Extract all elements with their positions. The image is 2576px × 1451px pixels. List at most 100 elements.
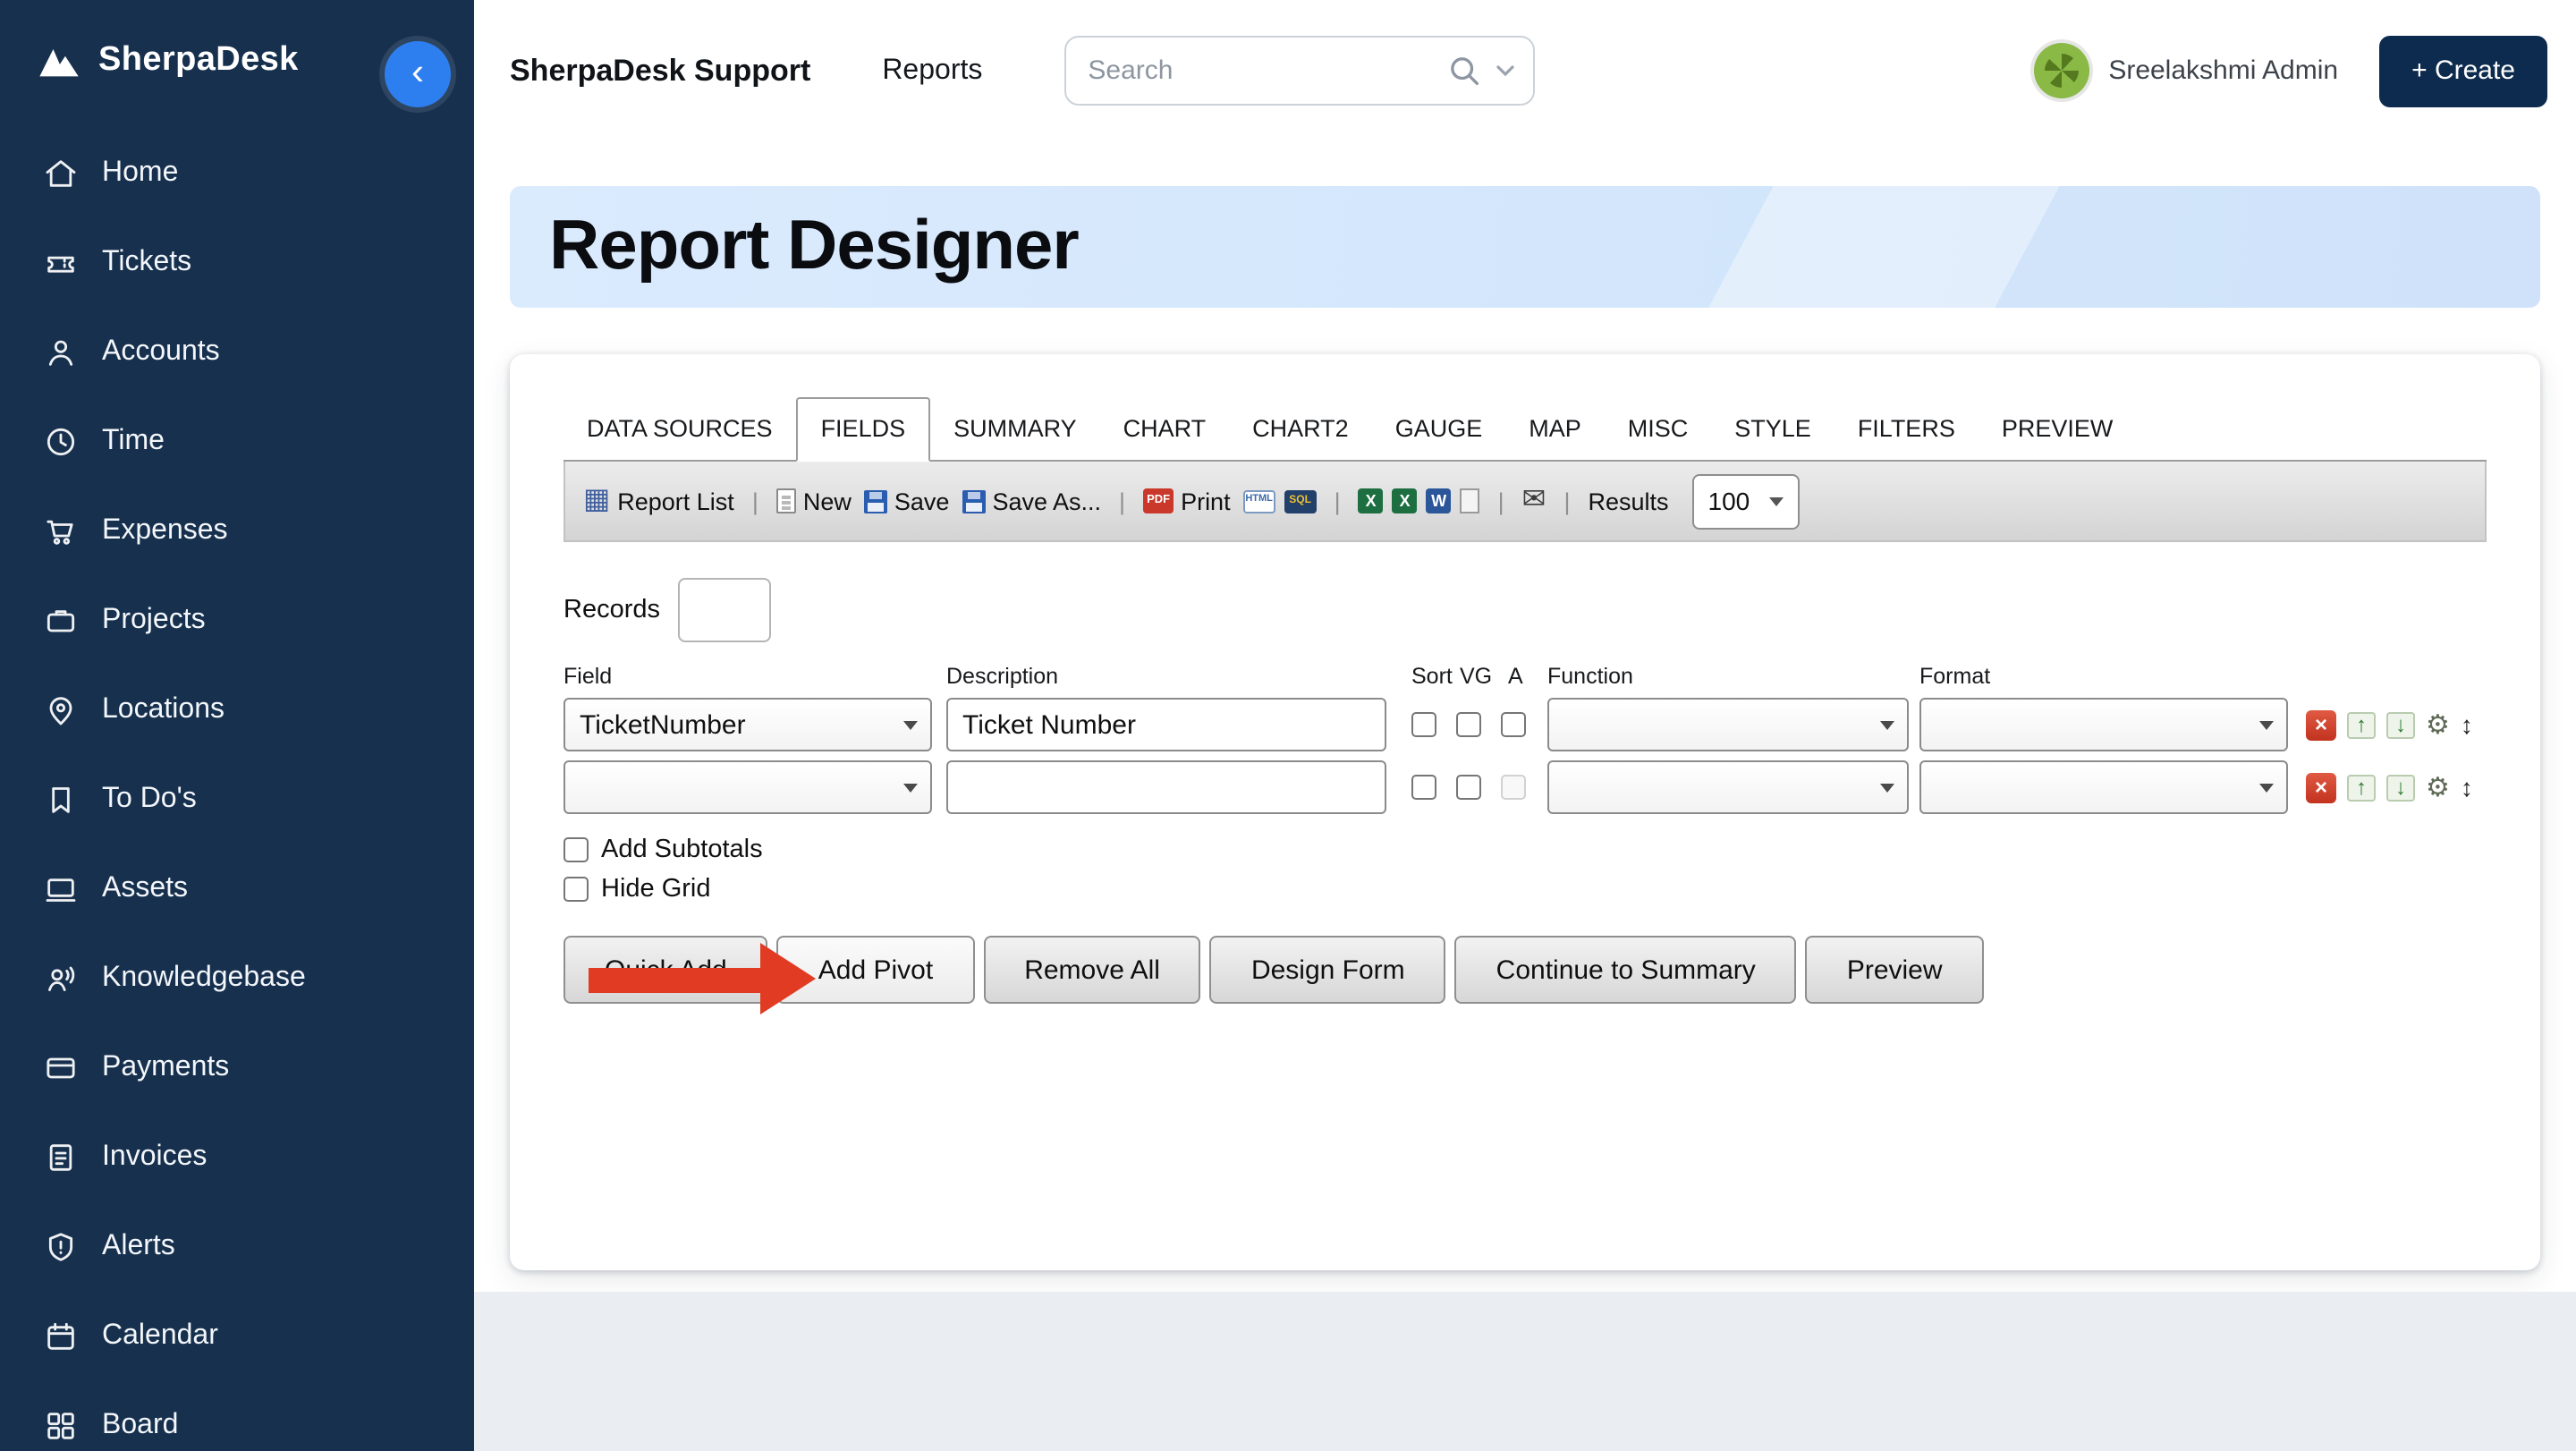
- page-bottom-background: [474, 1292, 2576, 1451]
- sidebar-item-calendar[interactable]: Calendar: [0, 1292, 474, 1381]
- add-pivot-button[interactable]: Add Pivot: [777, 936, 974, 1004]
- save-as-button[interactable]: Save As...: [962, 488, 1101, 514]
- tab-data-sources[interactable]: DATA SOURCES: [564, 399, 796, 460]
- save-button[interactable]: Save: [864, 488, 950, 514]
- toolbar-separator: |: [1498, 488, 1504, 514]
- sort-checkbox[interactable]: [1411, 775, 1436, 800]
- new-button[interactable]: New: [776, 488, 852, 514]
- row-settings-icon[interactable]: ⚙: [2426, 774, 2450, 801]
- move-row-down-icon[interactable]: ↓: [2386, 711, 2415, 738]
- html-export-icon[interactable]: HTML: [1243, 489, 1275, 513]
- tab-map[interactable]: MAP: [1505, 399, 1605, 460]
- sidebar-item-accounts[interactable]: Accounts: [0, 308, 474, 397]
- function-select[interactable]: [1547, 698, 1909, 751]
- sidebar-item-payments[interactable]: Payments: [0, 1023, 474, 1113]
- add-subtotals-option[interactable]: Add Subtotals: [564, 836, 763, 864]
- company-name[interactable]: SherpaDesk Support: [510, 53, 810, 89]
- email-report-icon[interactable]: ✉: [1522, 487, 1546, 515]
- nav-reports[interactable]: Reports: [882, 55, 982, 87]
- description-input[interactable]: [946, 760, 1386, 814]
- vg-checkbox[interactable]: [1456, 712, 1481, 737]
- results-count-select[interactable]: 100: [1692, 473, 1800, 529]
- excel-icon[interactable]: X: [1393, 488, 1418, 513]
- field-select-value: TicketNumber: [580, 709, 746, 740]
- a-checkbox[interactable]: [1501, 712, 1526, 737]
- row-reorder-icon[interactable]: ↕: [2461, 712, 2473, 737]
- toolbar-separator: |: [1119, 488, 1125, 514]
- sidebar-item-board[interactable]: Board: [0, 1381, 474, 1451]
- sidebar-item-label: Assets: [102, 873, 188, 905]
- sidebar-item-projects[interactable]: Projects: [0, 576, 474, 666]
- format-select[interactable]: [1919, 698, 2288, 751]
- description-input[interactable]: [946, 698, 1386, 751]
- tab-preview[interactable]: PREVIEW: [1979, 399, 2137, 460]
- format-select[interactable]: [1919, 760, 2288, 814]
- tab-misc[interactable]: MISC: [1605, 399, 1712, 460]
- tab-gauge[interactable]: GAUGE: [1372, 399, 1506, 460]
- tab-chart[interactable]: CHART: [1100, 399, 1230, 460]
- sidebar-item-alerts[interactable]: Alerts: [0, 1202, 474, 1292]
- sidebar-item-time[interactable]: Time: [0, 397, 474, 487]
- field-select[interactable]: [564, 760, 932, 814]
- user-name[interactable]: Sreelakshmi Admin: [2108, 55, 2338, 86]
- sidebar-item-assets[interactable]: Assets: [0, 844, 474, 934]
- move-row-up-icon[interactable]: ↑: [2347, 711, 2376, 738]
- continue-to-summary-button[interactable]: Continue to Summary: [1455, 936, 1797, 1004]
- sidebar-item-invoices[interactable]: Invoices: [0, 1113, 474, 1202]
- row-settings-icon[interactable]: ⚙: [2426, 711, 2450, 738]
- word-export-icon[interactable]: W: [1427, 488, 1452, 513]
- locations-icon: [43, 692, 79, 728]
- create-button[interactable]: + Create: [2379, 35, 2547, 106]
- tab-style[interactable]: STYLE: [1711, 399, 1835, 460]
- tab-filters[interactable]: FILTERS: [1835, 399, 1979, 460]
- sidebar-item-knowledgebase[interactable]: Knowledgebase: [0, 934, 474, 1023]
- toolbar-separator: |: [752, 488, 758, 514]
- sort-checkbox[interactable]: [1411, 712, 1436, 737]
- vg-checkbox[interactable]: [1456, 775, 1481, 800]
- sidebar-collapse-button[interactable]: ‹: [385, 41, 451, 107]
- document-export-icon[interactable]: [1461, 488, 1480, 513]
- report-designer-card: DATA SOURCES FIELDS SUMMARY CHART CHART2…: [510, 354, 2540, 1270]
- search-box[interactable]: [1064, 36, 1535, 106]
- hide-grid-checkbox[interactable]: [564, 877, 589, 902]
- sidebar-item-expenses[interactable]: Expenses: [0, 487, 474, 576]
- chevron-down-icon[interactable]: [1496, 64, 1515, 78]
- toolbar-separator: |: [1563, 488, 1570, 514]
- move-row-down-icon[interactable]: ↓: [2386, 774, 2415, 801]
- sidebar-item-label: Calendar: [102, 1320, 218, 1353]
- quick-add-button[interactable]: Quick Add: [564, 936, 768, 1004]
- tab-fields[interactable]: FIELDS: [796, 397, 931, 462]
- preview-button[interactable]: Preview: [1806, 936, 1984, 1004]
- app: SherpaDesk ‹ Home Tickets Accounts Time: [0, 0, 2576, 1451]
- avatar[interactable]: [2033, 43, 2089, 98]
- records-input[interactable]: [678, 578, 771, 642]
- remove-all-button[interactable]: Remove All: [983, 936, 1201, 1004]
- sql-export-icon[interactable]: SQL: [1284, 489, 1317, 513]
- sidebar-item-home[interactable]: Home: [0, 129, 474, 218]
- sidebar-item-locations[interactable]: Locations: [0, 666, 474, 755]
- excel-export-icon[interactable]: X: [1359, 488, 1384, 513]
- sidebar-item-todos[interactable]: To Do's: [0, 755, 474, 844]
- row-reorder-icon[interactable]: ↕: [2461, 775, 2473, 800]
- function-select[interactable]: [1547, 760, 1909, 814]
- search-icon[interactable]: [1447, 53, 1483, 89]
- sidebar-item-tickets[interactable]: Tickets: [0, 218, 474, 308]
- hide-grid-option[interactable]: Hide Grid: [564, 875, 711, 904]
- delete-row-icon[interactable]: ×: [2306, 772, 2336, 802]
- field-select[interactable]: TicketNumber: [564, 698, 932, 751]
- sidebar-item-label: Home: [102, 157, 178, 190]
- tab-summary[interactable]: SUMMARY: [930, 399, 1100, 460]
- delete-row-icon[interactable]: ×: [2306, 709, 2336, 740]
- a-checkbox: [1501, 775, 1526, 800]
- search-input[interactable]: [1066, 55, 1397, 86]
- design-form-button[interactable]: Design Form: [1210, 936, 1446, 1004]
- move-row-up-icon[interactable]: ↑: [2347, 774, 2376, 801]
- add-subtotals-checkbox[interactable]: [564, 837, 589, 862]
- tab-chart2[interactable]: CHART2: [1229, 399, 1372, 460]
- row-actions: × ↑ ↓ ⚙ ↕: [2306, 772, 2473, 802]
- print-button[interactable]: PDF Print: [1143, 488, 1231, 514]
- new-label: New: [803, 488, 852, 514]
- time-icon: [43, 424, 79, 460]
- sidebar-item-label: Invoices: [102, 1141, 207, 1174]
- report-list-button[interactable]: ▦ Report List: [583, 487, 734, 515]
